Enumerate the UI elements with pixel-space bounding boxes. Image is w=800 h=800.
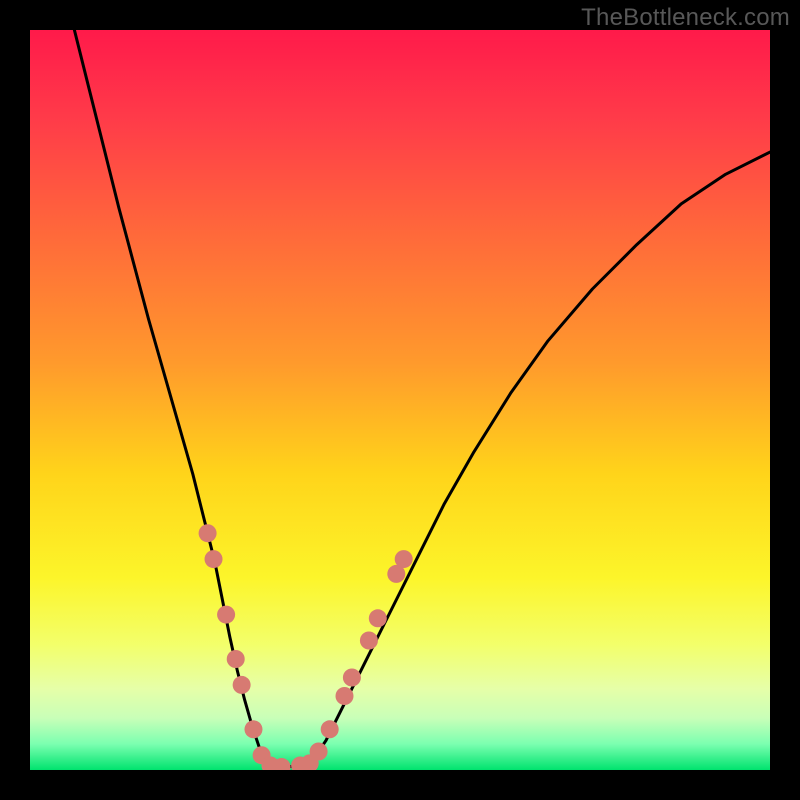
marker-dot (227, 650, 245, 668)
marker-dot (336, 687, 354, 705)
marker-dot (360, 632, 378, 650)
marker-dot (395, 550, 413, 568)
curve-layer (30, 30, 770, 770)
marker-dot (310, 743, 328, 761)
plot-area (30, 30, 770, 770)
series-right-branch (311, 152, 770, 763)
marker-dot (244, 720, 262, 738)
marker-dot (217, 606, 235, 624)
chart-frame: TheBottleneck.com (0, 0, 800, 800)
marker-dot (321, 720, 339, 738)
marker-dot (233, 676, 251, 694)
watermark-text: TheBottleneck.com (581, 4, 790, 32)
marker-dot (205, 550, 223, 568)
marker-dot (369, 609, 387, 627)
marker-dot (343, 669, 361, 687)
marker-dot (199, 524, 217, 542)
